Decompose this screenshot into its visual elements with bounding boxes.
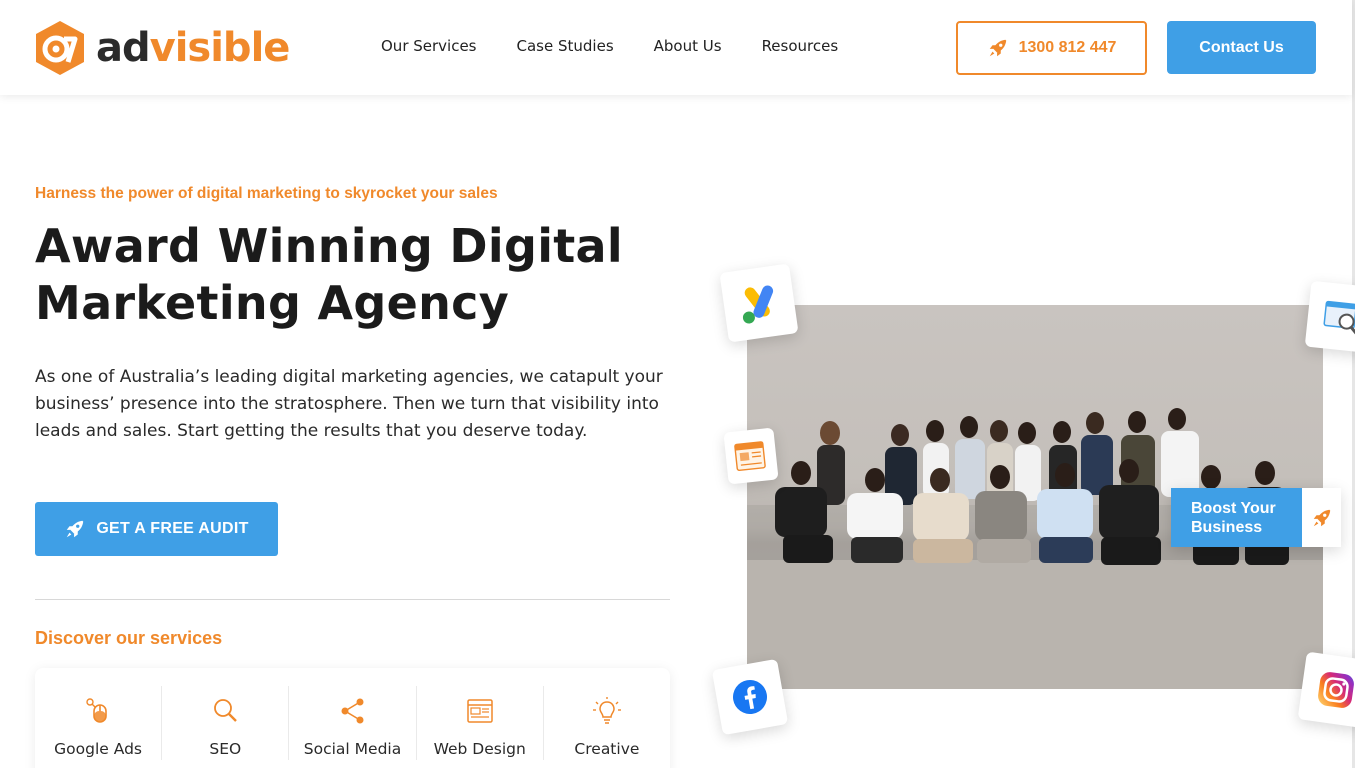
- phone-number: 1300 812 447: [1018, 39, 1117, 56]
- page: advisible Our Services Case Studies Abou…: [0, 0, 1355, 768]
- site-header: advisible Our Services Case Studies Abou…: [0, 0, 1352, 95]
- hero-description: As one of Australia’s leading digital ma…: [35, 367, 663, 441]
- rocket-icon: [1313, 509, 1330, 526]
- headline-line-1: Award Winning Digital: [35, 219, 623, 273]
- service-seo[interactable]: SEO: [162, 686, 290, 760]
- seo-badge: [1304, 280, 1355, 354]
- nav-item-about-us[interactable]: About Us: [654, 37, 722, 55]
- logo[interactable]: advisible: [34, 19, 291, 77]
- contact-us-button[interactable]: Contact Us: [1167, 21, 1316, 74]
- free-audit-label: GET A FREE AUDIT: [96, 520, 249, 537]
- browser-window-icon: [466, 699, 493, 723]
- services-bar: Google Ads SEO Social Media Web Design C…: [35, 668, 670, 768]
- share-icon: [341, 698, 363, 724]
- main-nav: Our Services Case Studies About Us Resou…: [381, 37, 838, 55]
- rocket-icon: [989, 39, 1006, 57]
- nav-item-case-studies[interactable]: Case Studies: [517, 37, 614, 55]
- service-social-media[interactable]: Social Media: [289, 686, 417, 760]
- section-divider: [35, 599, 670, 600]
- service-label-web-design: Web Design: [433, 740, 526, 758]
- service-creative[interactable]: Creative: [544, 686, 670, 760]
- mouse-click-icon: [86, 698, 107, 723]
- services-heading: Discover our services: [35, 628, 223, 648]
- boost-your-business-badge[interactable]: Boost Your Business: [1171, 488, 1341, 547]
- logo-text-ad: ad: [96, 25, 151, 71]
- service-web-design[interactable]: Web Design: [417, 686, 544, 760]
- rocket-icon: [67, 520, 84, 538]
- boost-icon-box: [1302, 488, 1341, 547]
- newspaper-icon: [734, 441, 766, 471]
- service-label-google-ads: Google Ads: [54, 740, 143, 758]
- facebook-badge: [711, 658, 789, 736]
- magnifier-icon: [214, 699, 238, 722]
- instagram-logo-icon: [1318, 672, 1354, 708]
- service-label-creative: Creative: [574, 740, 640, 758]
- service-label-social-media: Social Media: [303, 740, 402, 758]
- google-ads-logo-icon: [742, 285, 774, 324]
- facebook-logo-icon: [733, 680, 767, 714]
- service-label-seo: SEO: [209, 740, 242, 758]
- hero-tagline: Harness the power of digital marketing t…: [35, 185, 498, 202]
- instagram-badge: [1297, 651, 1355, 729]
- lightbulb-icon: [592, 697, 621, 724]
- seo-browser-icon: [1323, 300, 1355, 335]
- headline-line-2: Marketing Agency: [35, 276, 510, 330]
- nav-item-our-services[interactable]: Our Services: [381, 37, 477, 55]
- hero-headline: Award Winning Digital Marketing Agency: [35, 218, 685, 332]
- boost-label: Boost Your Business: [1171, 488, 1302, 547]
- google-ads-badge: [719, 263, 799, 343]
- service-google-ads[interactable]: Google Ads: [35, 686, 163, 760]
- newspaper-badge: [723, 427, 779, 485]
- logo-mark-icon: [36, 21, 84, 75]
- phone-button[interactable]: 1300 812 447: [956, 21, 1147, 75]
- nav-item-resources[interactable]: Resources: [762, 37, 839, 55]
- free-audit-button[interactable]: GET A FREE AUDIT: [35, 502, 278, 556]
- logo-text: advisible: [96, 25, 291, 71]
- logo-text-visible: visible: [149, 25, 291, 71]
